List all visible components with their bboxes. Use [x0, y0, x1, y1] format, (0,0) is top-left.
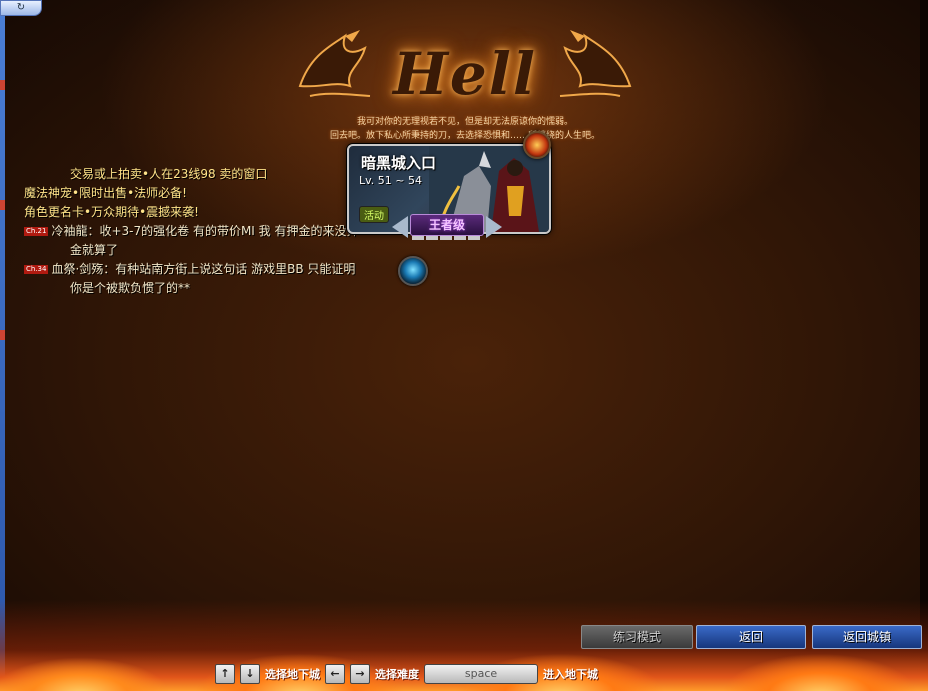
chat-text: 角色更名卡•万众期待•震撼来袭! — [24, 205, 199, 219]
hint-enter-dungeon: 进入地下城 — [543, 668, 598, 681]
difficulty-label: 王者级 — [410, 214, 484, 236]
dungeon-select-screen: ↻ Hell 我可对你的无理视若不见，但是却无法原谅你的懦弱。 回去吧。放下私心… — [0, 0, 928, 691]
chat-text: 金就算了 — [70, 243, 119, 257]
chat-line: 金就算了 — [24, 241, 404, 260]
back-button[interactable]: 返回 — [696, 625, 806, 649]
difficulty-prev-arrow-icon[interactable] — [392, 216, 408, 238]
chat-line: Ch.34 血祭·剑殇：有种站南方街上说这句话 游戏里BB 只能证明 — [24, 260, 404, 279]
chat-line: 你是个被欺负惯了的** — [24, 279, 404, 298]
channel-badge: Ch.21 — [24, 227, 49, 236]
right-border — [920, 0, 928, 691]
space-key-icon: space — [424, 664, 538, 684]
up-key-icon: ↑ — [215, 664, 235, 684]
difficulty-pip — [454, 236, 466, 240]
chat-text: 魔法神宠•限时出售•法师必备! — [24, 186, 187, 200]
down-key-icon: ↓ — [240, 664, 260, 684]
hint-select-dungeon: 选择地下城 — [265, 668, 320, 681]
channel-badge: Ch.34 — [24, 265, 49, 274]
right-key-icon: → — [350, 664, 370, 684]
chat-text: 你是个被欺负惯了的** — [70, 281, 191, 295]
difficulty-next-arrow-icon[interactable] — [486, 216, 502, 238]
difficulty-selector: 王者级 — [392, 212, 502, 242]
hint-select-difficulty: 选择难度 — [375, 668, 419, 681]
difficulty-pip — [440, 236, 452, 240]
hell-logo: Hell — [290, 18, 640, 110]
edge-marker — [0, 200, 5, 210]
map-location-orb-icon[interactable] — [398, 256, 428, 286]
edge-marker — [0, 80, 5, 90]
window-left-edge — [0, 0, 5, 691]
difficulty-pips — [412, 236, 480, 240]
corner-tab[interactable]: ↻ — [0, 0, 42, 16]
chat-text: 冷袖龍：收+3-7的强化卷 有的带价MI 我 有押金的来没押 — [51, 224, 359, 238]
edge-marker — [0, 330, 5, 340]
dungeon-quote-line: 回去吧。放下私心所秉持的刀，去选择恐惧和……所缠绕的人生吧。 — [329, 131, 600, 141]
control-hint-bar: ↑ ↓ 选择地下城 ← → 选择难度 space 进入地下城 — [215, 664, 598, 684]
left-key-icon: ← — [325, 664, 345, 684]
practice-mode-button[interactable]: 练习模式 — [581, 625, 693, 649]
dragon-emblem-icon — [559, 30, 632, 97]
dungeon-level-range: Lv. 51 ~ 54 — [359, 174, 422, 187]
chat-text: 交易或上拍卖•人在23线98 卖的窗口 — [70, 167, 268, 181]
logo-title: Hell — [393, 40, 537, 108]
difficulty-pip — [412, 236, 424, 240]
difficulty-pip — [468, 236, 480, 240]
dungeon-quote-line: 我可对你的无理视若不见，但是却无法原谅你的懦弱。 — [356, 117, 573, 127]
event-tag: 活动 — [359, 206, 389, 223]
back-to-town-button[interactable]: 返回城镇 — [812, 625, 922, 649]
dungeon-name: 暗黑城入口 — [361, 154, 437, 172]
chat-text: 血祭·剑殇：有种站南方街上说这句话 游戏里BB 只能证明 — [51, 262, 356, 276]
dragon-emblem-icon — [298, 30, 371, 97]
difficulty-pip — [426, 236, 438, 240]
fire-orb-icon — [523, 131, 551, 159]
